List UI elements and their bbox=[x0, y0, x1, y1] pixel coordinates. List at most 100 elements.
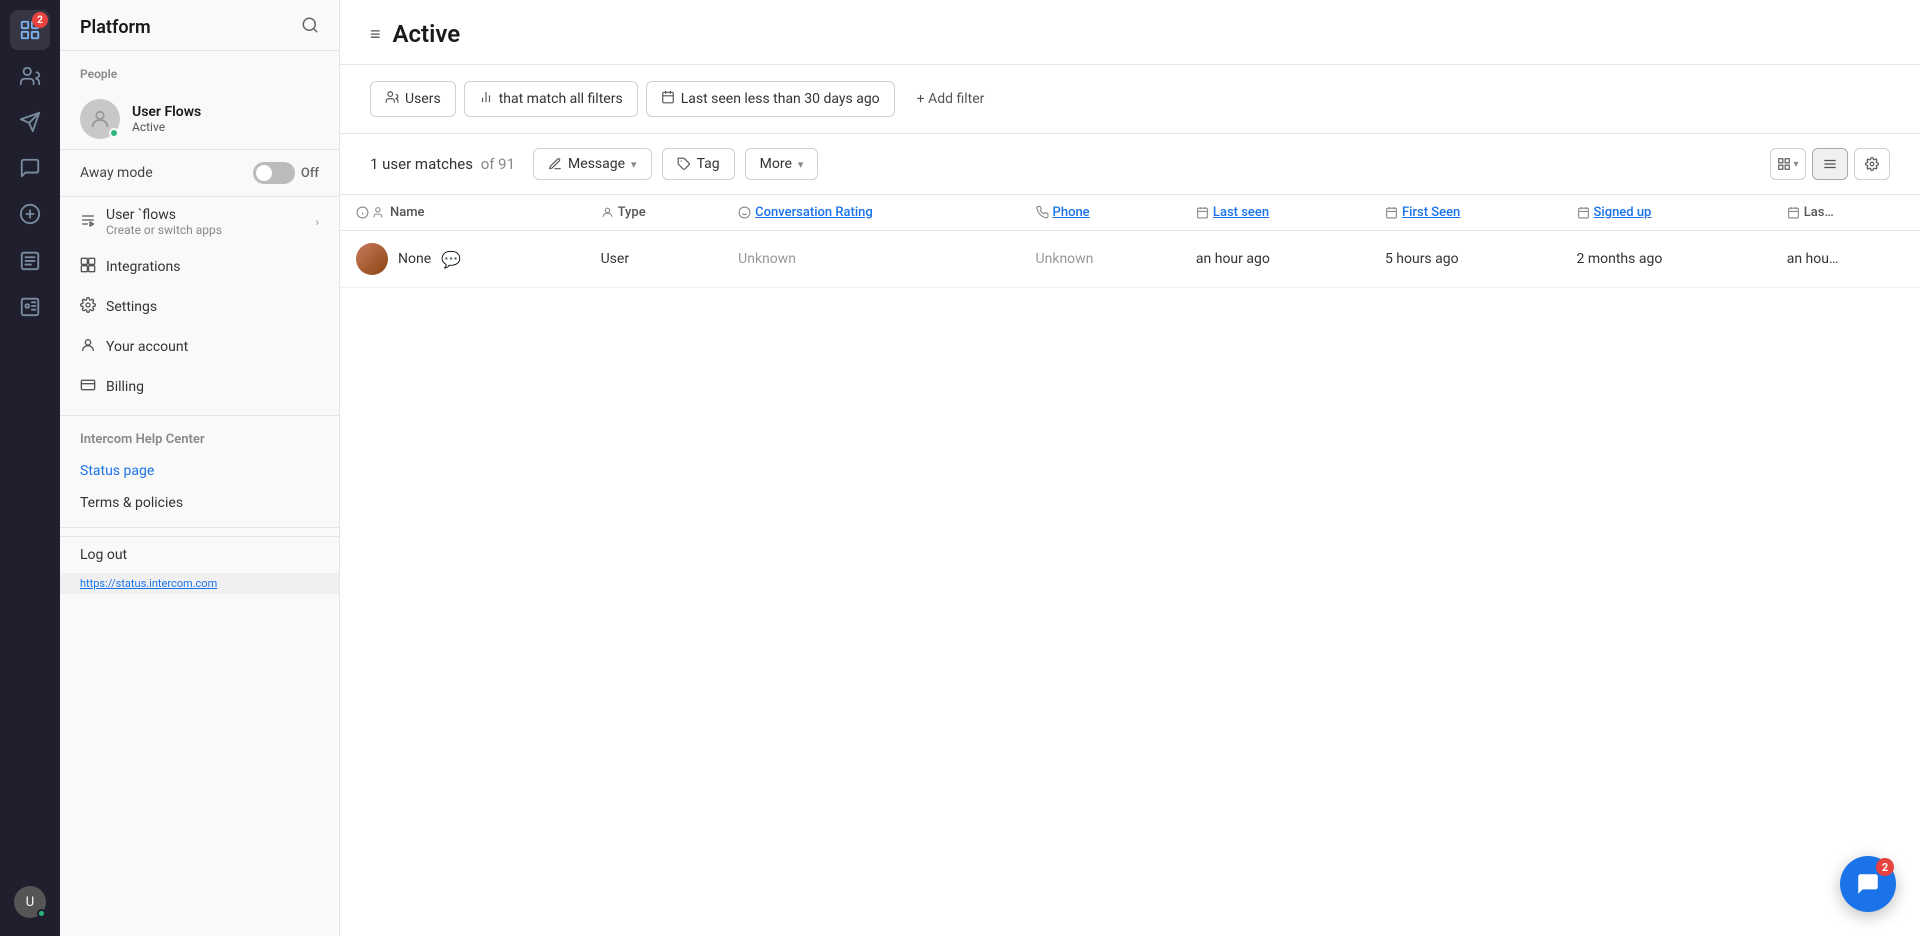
name-cell: None 💬 bbox=[340, 231, 585, 288]
rail-icon-add1[interactable] bbox=[10, 194, 50, 234]
away-mode-toggle[interactable]: Off bbox=[253, 162, 319, 184]
col-type[interactable]: Type bbox=[585, 195, 723, 231]
rail-icon-messages[interactable] bbox=[10, 102, 50, 142]
sidebar-item-your-account[interactable]: Your account bbox=[60, 327, 339, 367]
add-filter-button[interactable]: + Add filter bbox=[903, 83, 999, 115]
rail-badge: 2 bbox=[32, 12, 48, 28]
more-chevron: ▾ bbox=[798, 158, 804, 171]
more-button-label: More bbox=[760, 156, 792, 172]
more-button[interactable]: More ▾ bbox=[745, 148, 819, 180]
toggle-track[interactable] bbox=[253, 162, 295, 184]
col-phone[interactable]: Phone bbox=[1020, 195, 1180, 231]
people-section-label: People bbox=[60, 51, 339, 89]
sidebar-item-settings[interactable]: Settings bbox=[60, 287, 339, 327]
settings-view-icon bbox=[1865, 157, 1879, 171]
settings-view-button[interactable] bbox=[1854, 148, 1890, 180]
sidebar: Platform People User Flows Active Away m… bbox=[60, 0, 340, 936]
user-flows-icon bbox=[80, 212, 96, 232]
table-toolbar: 1 user matches of 91 Message ▾ Tag More … bbox=[340, 134, 1920, 195]
table-row[interactable]: None 💬 User Unknown Unknown an hour ago … bbox=[340, 231, 1920, 288]
message-button[interactable]: Message ▾ bbox=[533, 148, 652, 180]
phone-col-icon bbox=[1036, 206, 1049, 219]
filter-chip-users-label: Users bbox=[405, 91, 441, 107]
col-name[interactable]: Name bbox=[340, 195, 585, 231]
status-url-bar: https://status.intercom.com bbox=[60, 573, 339, 594]
sidebar-item-billing[interactable]: Billing bbox=[60, 367, 339, 407]
users-table: Name Type Conversation Rating bbox=[340, 195, 1920, 288]
user-flows-sub: Create or switch apps bbox=[106, 223, 222, 237]
of-total: of 91 bbox=[481, 155, 515, 173]
search-icon[interactable] bbox=[301, 16, 319, 38]
col-conversation-rating[interactable]: Conversation Rating bbox=[722, 195, 1019, 231]
rail-icon-chat[interactable] bbox=[10, 148, 50, 188]
list-view-icon bbox=[1823, 157, 1837, 171]
rail-icon-home[interactable]: 2 bbox=[10, 10, 50, 50]
icon-rail: 2 bbox=[0, 0, 60, 936]
rail-user-avatar[interactable]: U bbox=[14, 886, 46, 918]
divider-2 bbox=[60, 527, 339, 528]
grid-view-button[interactable]: ▾ bbox=[1770, 148, 1806, 180]
your-account-label: Your account bbox=[106, 339, 188, 355]
view-btn-group: ▾ bbox=[1770, 148, 1890, 180]
filter-chip-last-seen-label: Last seen less than 30 days ago bbox=[681, 91, 880, 107]
phone-cell: Unknown bbox=[1020, 231, 1180, 288]
billing-label: Billing bbox=[106, 379, 144, 395]
first-seen-cell: 5 hours ago bbox=[1369, 231, 1561, 288]
people-col-icon bbox=[373, 206, 386, 219]
user-status-dot bbox=[109, 128, 119, 138]
tag-button[interactable]: Tag bbox=[662, 148, 735, 180]
filter-chip-users[interactable]: Users bbox=[370, 81, 456, 117]
col-last-seen[interactable]: Last seen bbox=[1180, 195, 1369, 231]
user-flows-chevron: › bbox=[315, 215, 319, 229]
fab-badge: 2 bbox=[1876, 858, 1894, 876]
tag-button-label: Tag bbox=[697, 156, 720, 172]
table-header-row: Name Type Conversation Rating bbox=[340, 195, 1920, 231]
integrations-label: Integrations bbox=[106, 259, 180, 275]
rail-icon-list[interactable] bbox=[10, 240, 50, 280]
integrations-icon bbox=[80, 257, 96, 277]
user-card[interactable]: User Flows Active bbox=[60, 89, 339, 150]
list-view-button[interactable] bbox=[1812, 148, 1848, 180]
terms-policies-link[interactable]: Terms & policies bbox=[60, 487, 339, 519]
message-chevron: ▾ bbox=[631, 158, 637, 171]
first-seen-col-icon bbox=[1385, 206, 1398, 219]
rail-icon-add2[interactable] bbox=[10, 286, 50, 326]
filter-chip-match[interactable]: that match all filters bbox=[464, 81, 638, 117]
filter-chip-last-seen[interactable]: Last seen less than 30 days ago bbox=[646, 81, 895, 117]
table-container: Name Type Conversation Rating bbox=[340, 195, 1920, 936]
log-out-item[interactable]: Log out bbox=[60, 536, 339, 573]
main-header: ≡ Active bbox=[340, 0, 1920, 65]
sidebar-item-integrations[interactable]: Integrations bbox=[60, 247, 339, 287]
info-col-icon bbox=[356, 206, 369, 219]
online-indicator bbox=[37, 909, 46, 918]
status-page-link[interactable]: Status page bbox=[60, 455, 339, 487]
chat-fab-icon bbox=[1855, 871, 1881, 897]
signed-up-cell: 2 months ago bbox=[1561, 231, 1771, 288]
chat-fab[interactable]: 2 bbox=[1840, 856, 1896, 912]
page-title: Active bbox=[393, 20, 461, 48]
your-account-icon bbox=[80, 337, 96, 357]
type-cell: User bbox=[585, 231, 723, 288]
user-avatar bbox=[80, 99, 120, 139]
sidebar-item-user-flows[interactable]: User `flows Create or switch apps › bbox=[60, 197, 339, 247]
grid-view-icon bbox=[1777, 157, 1791, 171]
tag-button-icon bbox=[677, 157, 691, 171]
rail-icon-people[interactable] bbox=[10, 56, 50, 96]
toggle-state-label: Off bbox=[301, 166, 319, 181]
billing-icon bbox=[80, 377, 96, 397]
user-card-info: User Flows Active bbox=[132, 104, 319, 134]
col-first-seen[interactable]: First Seen bbox=[1369, 195, 1561, 231]
settings-label: Settings bbox=[106, 299, 157, 315]
row-name: None bbox=[398, 251, 431, 267]
last-seen-chip-icon bbox=[661, 90, 675, 108]
last-col-icon bbox=[1787, 206, 1800, 219]
user-flows-info: User `flows Create or switch apps bbox=[106, 207, 222, 237]
match-chip-icon bbox=[479, 90, 493, 108]
row-avatar bbox=[356, 243, 388, 275]
toggle-knob bbox=[256, 165, 272, 181]
hamburger-icon[interactable]: ≡ bbox=[370, 24, 381, 45]
last-seen-cell: an hour ago bbox=[1180, 231, 1369, 288]
user-flows-label: User `flows bbox=[106, 207, 222, 223]
help-center-title: Intercom Help Center bbox=[60, 424, 339, 455]
col-signed-up[interactable]: Signed up bbox=[1561, 195, 1771, 231]
